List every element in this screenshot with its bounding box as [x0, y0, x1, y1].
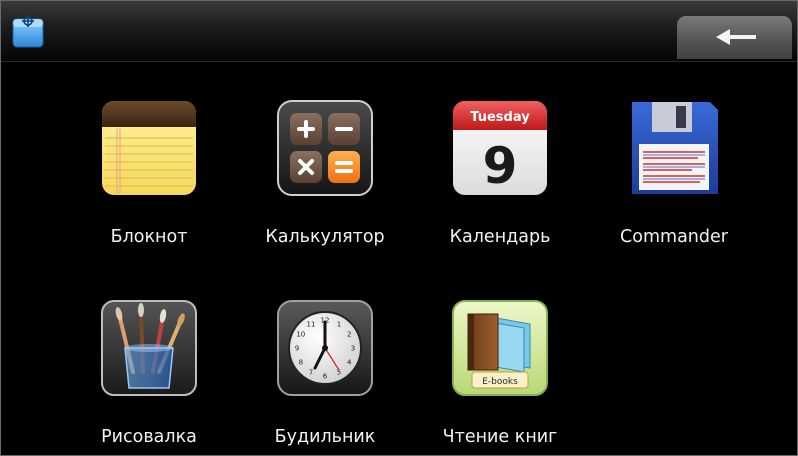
clock-numeral: 6 — [323, 373, 328, 381]
app-label: Блокнот — [110, 227, 188, 247]
app-label: Календарь — [449, 227, 551, 247]
app-paint[interactable]: Рисовалка — [60, 300, 230, 455]
clock-numeral: 4 — [347, 359, 352, 367]
clock-numeral: 2 — [347, 331, 351, 339]
back-arrow-icon — [716, 29, 756, 45]
clock-numeral: 11 — [307, 320, 316, 328]
app-alarm[interactable]: 12 1 2 3 4 5 6 7 8 9 10 11 Будильник — [236, 300, 406, 455]
clock-numeral: 7 — [309, 369, 313, 377]
app-label: Чтение книг — [442, 427, 558, 447]
app-label: Рисовалка — [101, 427, 197, 447]
app-commander[interactable]: Commander — [585, 100, 755, 270]
notepad-icon — [101, 100, 197, 196]
clock-numeral: 1 — [337, 320, 341, 328]
calendar-icon: Tuesday 9 — [452, 100, 548, 196]
app-label: Калькулятор — [265, 227, 385, 247]
calculator-icon — [277, 100, 373, 196]
calendar-weekday: Tuesday — [470, 110, 530, 125]
calendar-day: 9 — [483, 137, 518, 195]
app-ebooks[interactable]: E-books Чтение книг — [411, 300, 581, 455]
alarm-clock-icon: 12 1 2 3 4 5 6 7 8 9 10 11 — [277, 300, 373, 396]
ebooks-icon: E-books — [452, 300, 548, 396]
app-calendar[interactable]: Tuesday 9 Календарь — [411, 100, 581, 270]
back-button[interactable] — [677, 16, 792, 59]
top-bar — [1, 1, 797, 62]
clock-numeral: 8 — [299, 359, 303, 367]
ship-wheel-icon[interactable] — [11, 13, 45, 49]
app-notepad[interactable]: Блокнот — [60, 100, 230, 270]
screen: Блокнот Калькулятор Tuesday 9 Календарь … — [0, 0, 798, 456]
app-label: Commander — [620, 227, 728, 247]
ebooks-badge: E-books — [482, 377, 518, 387]
floppy-disk-icon — [626, 100, 722, 196]
clock-numeral: 3 — [351, 345, 355, 353]
clock-numeral: 10 — [296, 331, 305, 339]
clock-numeral: 9 — [295, 345, 299, 353]
app-calculator[interactable]: Калькулятор — [236, 100, 406, 270]
paint-brushes-icon — [101, 300, 197, 396]
app-label: Будильник — [274, 427, 376, 447]
